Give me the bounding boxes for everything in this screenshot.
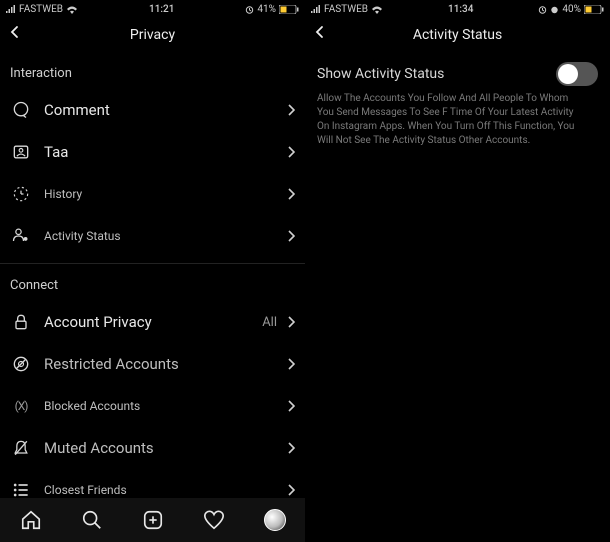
blocked-icon: (X) bbox=[10, 395, 32, 417]
section-header-interaction: Interaction bbox=[0, 52, 305, 89]
battery-percent: 40% bbox=[562, 4, 581, 15]
history-icon bbox=[10, 183, 32, 205]
chevron-right-icon bbox=[287, 146, 295, 158]
row-closest-friends[interactable]: Closest Friends bbox=[0, 469, 305, 498]
header: Privacy bbox=[0, 18, 305, 52]
row-label: Restricted Accounts bbox=[44, 355, 287, 373]
chevron-right-icon bbox=[287, 358, 295, 370]
row-label: Blocked Accounts bbox=[44, 399, 287, 413]
row-label: Taa bbox=[44, 143, 287, 161]
back-button[interactable] bbox=[8, 25, 28, 45]
chevron-right-icon bbox=[287, 316, 295, 328]
carrier-label: FASTWEB bbox=[19, 4, 63, 15]
back-button[interactable] bbox=[313, 25, 333, 45]
row-label: Activity Status bbox=[44, 229, 287, 243]
comment-icon bbox=[10, 99, 32, 121]
avatar bbox=[264, 509, 286, 531]
row-label: History bbox=[44, 187, 287, 201]
setting-description: Allow The Accounts You Follow And All Pe… bbox=[317, 92, 598, 148]
header: Activity Status bbox=[305, 18, 610, 52]
clock: 11:21 bbox=[149, 4, 174, 15]
alarm-icon bbox=[245, 5, 254, 14]
carrier-label: FASTWEB bbox=[324, 4, 368, 15]
status-bar: FASTWEB 11:21 41% bbox=[0, 0, 305, 18]
nav-profile[interactable] bbox=[263, 508, 287, 532]
row-history[interactable]: History bbox=[0, 173, 305, 215]
page-title: Activity Status bbox=[413, 27, 502, 43]
row-label: Muted Accounts bbox=[44, 439, 287, 457]
list-icon bbox=[10, 479, 32, 498]
chevron-right-icon bbox=[287, 230, 295, 242]
chevron-right-icon bbox=[287, 484, 295, 496]
wifi-icon bbox=[371, 5, 383, 14]
signal-icon bbox=[311, 5, 321, 13]
row-restricted-accounts[interactable]: Restricted Accounts bbox=[0, 343, 305, 385]
row-muted-accounts[interactable]: Muted Accounts bbox=[0, 427, 305, 469]
wifi-icon bbox=[66, 5, 78, 14]
toggle-knob bbox=[558, 64, 578, 84]
phone-left: FASTWEB 11:21 41% Privacy Interaction Co… bbox=[0, 0, 305, 542]
battery-percent: 41% bbox=[257, 4, 276, 15]
nav-home[interactable] bbox=[19, 508, 43, 532]
nav-search[interactable] bbox=[80, 508, 104, 532]
toggle-activity-status[interactable] bbox=[556, 62, 598, 86]
battery-icon bbox=[584, 5, 604, 14]
alarm-icon bbox=[538, 5, 547, 14]
row-activity-status[interactable]: Activity Status bbox=[0, 215, 305, 257]
muted-icon bbox=[10, 437, 32, 459]
clock: 11:34 bbox=[448, 4, 473, 15]
page-title: Privacy bbox=[130, 27, 175, 43]
nav-activity[interactable] bbox=[202, 508, 226, 532]
section-header-connect: Connect bbox=[0, 264, 305, 301]
phone-right: FASTWEB 11:34 40% Activity Status Show A… bbox=[305, 0, 610, 542]
chevron-right-icon bbox=[287, 104, 295, 116]
tag-icon bbox=[10, 141, 32, 163]
lock-icon bbox=[10, 311, 32, 333]
bottom-nav bbox=[0, 498, 305, 542]
battery-icon bbox=[279, 5, 299, 14]
row-comment[interactable]: Comment bbox=[0, 89, 305, 131]
status-bar: FASTWEB 11:34 40% bbox=[305, 0, 610, 18]
row-account-privacy[interactable]: Account Privacy All bbox=[0, 301, 305, 343]
row-value: All bbox=[262, 315, 277, 330]
row-label: Comment bbox=[44, 101, 287, 119]
row-blocked-accounts[interactable]: (X) Blocked Accounts bbox=[0, 385, 305, 427]
alarm-icon-2 bbox=[550, 5, 559, 14]
activity-status-icon bbox=[10, 225, 32, 247]
chevron-right-icon bbox=[287, 442, 295, 454]
row-label: Account Privacy bbox=[44, 313, 262, 331]
settings-list: Interaction Comment Taa History bbox=[0, 52, 305, 498]
row-label: Closest Friends bbox=[44, 483, 287, 497]
restricted-icon bbox=[10, 353, 32, 375]
settings-content: Show Activity Status Allow The Accounts … bbox=[305, 52, 610, 542]
setting-title: Show Activity Status bbox=[317, 66, 444, 82]
chevron-right-icon bbox=[287, 188, 295, 200]
row-tag[interactable]: Taa bbox=[0, 131, 305, 173]
setting-block: Show Activity Status Allow The Accounts … bbox=[305, 52, 610, 152]
chevron-right-icon bbox=[287, 400, 295, 412]
signal-icon bbox=[6, 5, 16, 13]
nav-add[interactable] bbox=[141, 508, 165, 532]
